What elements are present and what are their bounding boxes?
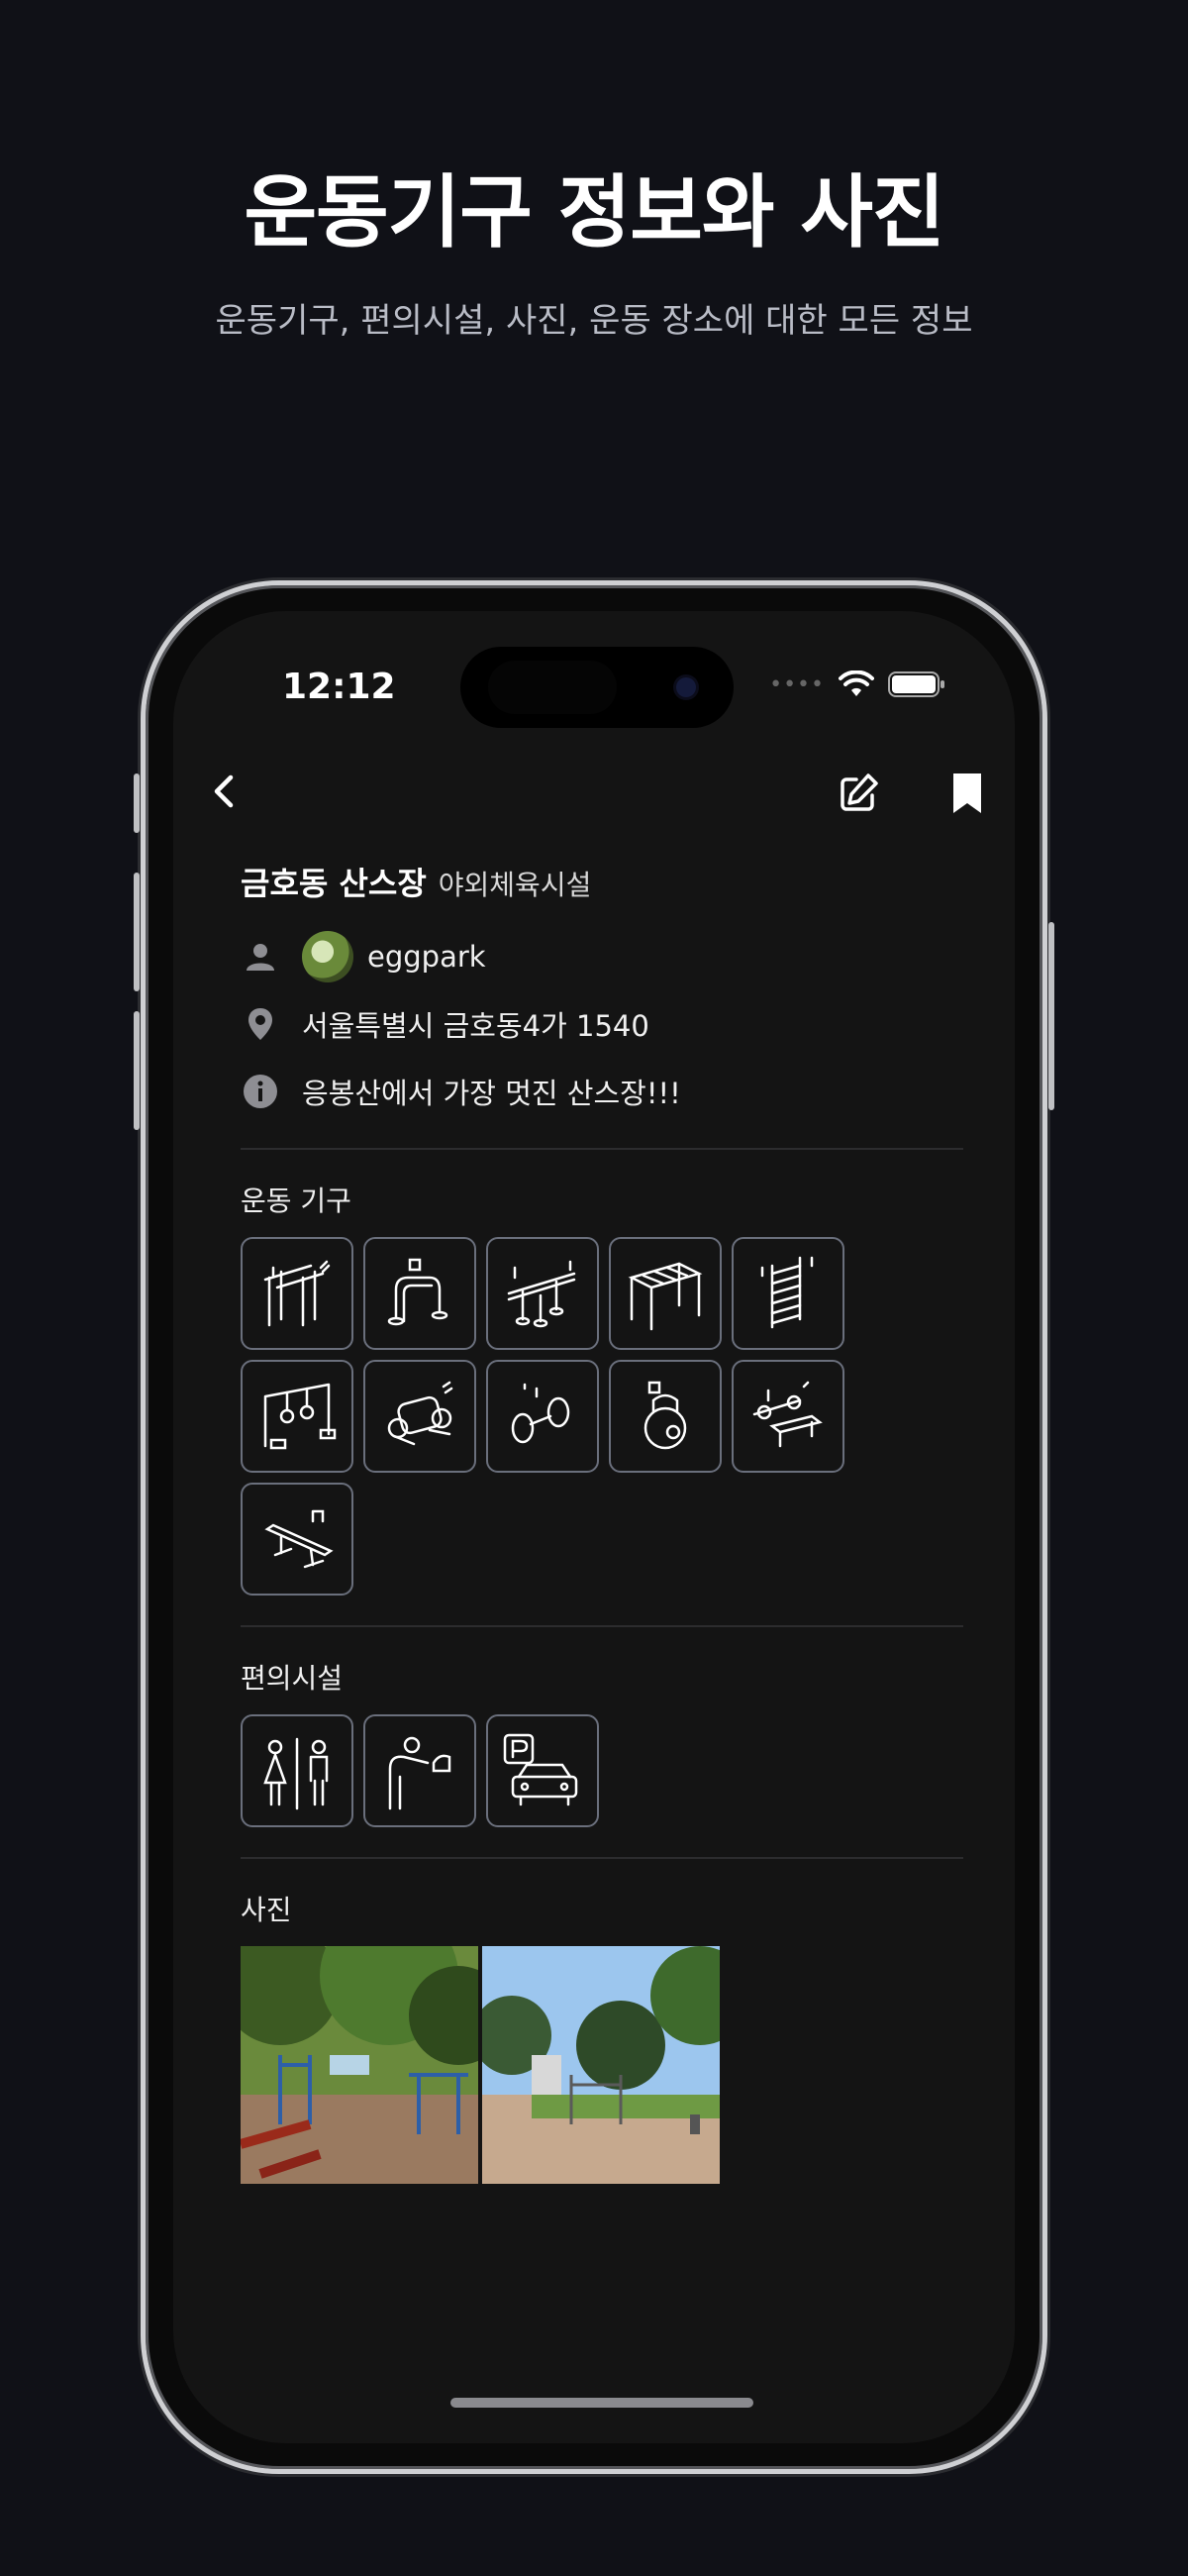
monkey-bars-icon	[628, 1262, 703, 1331]
phone-frame: 12:12 •••• 금호동 산스장 야외체육시설 eggpark 서울특별시 …	[134, 580, 1054, 2474]
author-name: eggpark	[367, 940, 486, 974]
battery-icon	[888, 671, 944, 697]
home-indicator[interactable]	[450, 2398, 753, 2408]
drinking-fountain-icon	[388, 1736, 451, 1810]
sensor-lens	[488, 661, 617, 714]
signal-dots-icon: ••••	[769, 671, 825, 697]
address-text: 서울특별시 금호동4가 1540	[302, 1009, 649, 1043]
incline-bench-icon	[264, 1509, 334, 1569]
address-row: 서울특별시 금호동4가 1540	[241, 995, 963, 1053]
equipment-tile[interactable]	[732, 1237, 844, 1350]
place-detail: 금호동 산스장 야외체육시설 eggpark 서울특별시 금호동4가 1540	[241, 859, 963, 2184]
photo-park-plaza[interactable]	[482, 1946, 720, 2184]
chevron-left-icon[interactable]	[203, 770, 247, 813]
description-text: 응봉산에서 가장 멋진 산스장!!!	[302, 1077, 681, 1110]
amenities-grid	[241, 1714, 963, 1827]
power-button	[1048, 922, 1054, 1110]
info-icon	[244, 1075, 277, 1108]
avatar	[302, 931, 353, 982]
place-name: 금호동 산스장	[241, 865, 427, 902]
gymnastic-rings-icon	[263, 1383, 337, 1450]
author-row[interactable]: eggpark	[241, 928, 963, 985]
divider	[241, 1625, 963, 1627]
status-time: 12:12	[282, 667, 396, 707]
equipment-tile[interactable]	[609, 1237, 722, 1350]
photo-forest-outdoor-gym[interactable]	[241, 1946, 478, 2184]
divider	[241, 1857, 963, 1859]
equipment-tile[interactable]	[486, 1237, 599, 1350]
place-category: 야외체육시설	[438, 869, 592, 901]
equipment-tile[interactable]	[241, 1360, 353, 1473]
equipment-tile[interactable]	[363, 1360, 476, 1473]
app-screen: 12:12 •••• 금호동 산스장 야외체육시설 eggpark 서울특별시 …	[173, 611, 1015, 2443]
hero-subtitle: 운동기구, 편의시설, 사진, 운동 장소에 대한 모든 정보	[215, 301, 973, 341]
description-row: 응봉산에서 가장 멋진 산스장!!!	[241, 1063, 963, 1120]
hero-title: 운동기구 정보와 사진	[244, 166, 944, 258]
mute-switch	[134, 773, 140, 833]
person-icon	[247, 944, 274, 971]
title-row: 금호동 산스장 야외체육시설	[241, 859, 963, 904]
equipment-section-label: 운동 기구	[241, 1185, 351, 1217]
dip-bars-icon	[387, 1258, 448, 1326]
parking-icon	[503, 1733, 578, 1806]
equipment-grid	[241, 1237, 963, 1596]
leg-machine-icon	[387, 1381, 453, 1446]
volume-up-button	[134, 873, 140, 991]
bookmark-icon[interactable]	[945, 770, 989, 817]
photos-section-label: 사진	[241, 1894, 292, 1926]
equipment-tile[interactable]	[609, 1360, 722, 1473]
parallel-bars-icon	[263, 1260, 331, 1327]
equipment-tile[interactable]	[241, 1483, 353, 1596]
location-pin-icon	[248, 1008, 272, 1040]
equipment-tile[interactable]	[486, 1360, 599, 1473]
volume-down-button	[134, 1011, 140, 1130]
amenities-section-label: 편의시설	[241, 1662, 344, 1695]
amenity-tile[interactable]	[241, 1714, 353, 1827]
equipment-tile[interactable]	[732, 1360, 844, 1473]
bench-press-icon	[752, 1381, 823, 1448]
restroom-icon	[263, 1737, 329, 1810]
divider	[241, 1148, 963, 1150]
wifi-icon	[839, 670, 874, 696]
dynamic-island	[460, 647, 734, 728]
status-icons: ••••	[769, 670, 945, 698]
photo-gallery	[241, 1946, 963, 2184]
kettlebell-icon	[644, 1381, 687, 1450]
equipment-tile[interactable]	[241, 1237, 353, 1350]
equipment-tile[interactable]	[363, 1237, 476, 1350]
wall-ladder-icon	[760, 1256, 814, 1329]
front-camera-icon	[676, 677, 696, 697]
amenity-tile[interactable]	[363, 1714, 476, 1827]
low-bars-icon	[507, 1260, 576, 1328]
dumbbell-icon	[511, 1383, 570, 1444]
edit-icon[interactable]	[835, 770, 882, 817]
amenity-tile[interactable]	[486, 1714, 599, 1827]
